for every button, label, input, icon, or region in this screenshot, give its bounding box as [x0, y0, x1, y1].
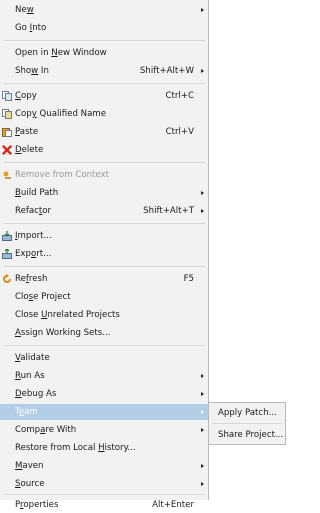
menu-item-label: Build Path: [15, 188, 59, 198]
submenu-arrow-icon: [201, 209, 204, 213]
submenu-arrow-icon: [201, 374, 204, 378]
delete-red-x-icon: [2, 145, 12, 155]
menu-item-debug-as[interactable]: Debug As: [0, 386, 208, 402]
menu-separator: [4, 223, 205, 224]
menu-item-label: Restore from Local History...: [15, 443, 136, 453]
menu-item-label: Import...: [15, 231, 52, 241]
menu-item-label: Run As: [15, 371, 45, 381]
menu-item-go-into[interactable]: Go Into: [0, 20, 208, 36]
menu-item-compare-with[interactable]: Compare With: [0, 422, 208, 438]
submenu-arrow-icon: [201, 69, 204, 73]
team-submenu: Apply Patch... Share Project...: [209, 402, 286, 445]
menu-item-label: Close Unrelated Projects: [15, 310, 120, 320]
menu-item-label: Compare With: [15, 425, 77, 435]
submenu-arrow-icon: [201, 482, 204, 486]
menu-item-label: Team: [15, 407, 38, 417]
menu-item-properties[interactable]: Properties Alt+Enter: [0, 497, 208, 513]
menu-item-label: Open in New Window: [15, 48, 107, 58]
menu-item-new[interactable]: New: [0, 2, 208, 18]
menu-item-assign-working-sets[interactable]: Assign Working Sets...: [0, 325, 208, 341]
menu-item-label: Refactor: [15, 206, 52, 216]
menu-item-copy-qualified-name[interactable]: Copy Qualified Name: [0, 106, 208, 122]
menu-item-label: Refresh: [15, 274, 48, 284]
menu-item-remove-from-context: Remove from Context: [0, 167, 208, 183]
submenu-separator: [212, 423, 282, 424]
submenu-arrow-icon: [201, 410, 204, 414]
context-menu: New Go Into Open in New Window Show In S…: [0, 0, 209, 510]
menu-separator: [4, 40, 205, 41]
menu-item-delete[interactable]: Delete: [0, 142, 208, 158]
submenu-arrow-icon: [201, 464, 204, 468]
menu-item-open-in-new-window[interactable]: Open in New Window: [0, 45, 208, 61]
menu-item-source[interactable]: Source: [0, 476, 208, 492]
menu-item-show-in[interactable]: Show In Shift+Alt+W: [0, 63, 208, 79]
menu-item-label: Copy: [15, 91, 37, 101]
export-icon: [2, 249, 12, 259]
menu-item-team[interactable]: Team: [0, 404, 208, 420]
menu-item-validate[interactable]: Validate: [0, 350, 208, 366]
menu-item-copy[interactable]: Copy Ctrl+C: [0, 88, 208, 104]
remove-context-icon: [2, 170, 12, 180]
menu-item-label: Remove from Context: [15, 170, 110, 180]
menu-separator: [4, 345, 205, 346]
menu-separator: [4, 83, 205, 84]
menu-item-close-unrelated-projects[interactable]: Close Unrelated Projects: [0, 307, 208, 323]
menu-item-label: New: [15, 5, 34, 15]
menu-item-label: Maven: [15, 461, 44, 471]
submenu-item-apply-patch[interactable]: Apply Patch...: [209, 405, 285, 421]
refresh-icon: [2, 274, 12, 284]
menu-item-label: Paste: [15, 127, 39, 137]
shortcut-label: Ctrl+V: [165, 127, 194, 137]
menu-item-build-path[interactable]: Build Path: [0, 185, 208, 201]
shortcut-label: Ctrl+C: [165, 91, 195, 101]
menu-item-label: Export...: [15, 249, 52, 259]
menu-item-export[interactable]: Export...: [0, 246, 208, 262]
menu-item-close-project[interactable]: Close Project: [0, 289, 208, 305]
menu-item-import[interactable]: Import...: [0, 228, 208, 244]
submenu-item-label: Apply Patch...: [218, 408, 277, 418]
menu-item-label: Delete: [15, 145, 44, 155]
menu-separator: [4, 266, 205, 267]
menu-item-refresh[interactable]: Refresh F5: [0, 271, 208, 287]
menu-item-label: Properties: [15, 500, 59, 510]
menu-item-refactor[interactable]: Refactor Shift+Alt+T: [0, 203, 208, 219]
submenu-arrow-icon: [201, 8, 204, 12]
menu-item-label: Show In: [15, 66, 49, 76]
menu-separator: [4, 494, 205, 495]
menu-item-label: Debug As: [15, 389, 57, 399]
menu-item-paste[interactable]: Paste Ctrl+V: [0, 124, 208, 140]
paste-icon: [2, 127, 12, 137]
shortcut-label: F5: [183, 274, 194, 284]
submenu-item-share-project[interactable]: Share Project...: [209, 427, 285, 443]
shortcut-label: Shift+Alt+W: [139, 66, 194, 76]
menu-item-run-as[interactable]: Run As: [0, 368, 208, 384]
submenu-arrow-icon: [201, 191, 204, 195]
menu-item-label: Source: [15, 479, 45, 489]
copy-qualified-name-icon: [2, 109, 12, 119]
submenu-arrow-icon: [201, 428, 204, 432]
import-icon: [2, 231, 12, 241]
menu-item-maven[interactable]: Maven: [0, 458, 208, 474]
menu-item-restore-from-local-history[interactable]: Restore from Local History...: [0, 440, 208, 456]
menu-separator: [4, 162, 205, 163]
shortcut-label: Alt+Enter: [152, 500, 194, 510]
menu-item-label: Close Project: [15, 292, 71, 302]
menu-item-label: Copy Qualified Name: [15, 109, 107, 119]
submenu-item-label: Share Project...: [218, 430, 284, 440]
shortcut-label: Shift+Alt+T: [143, 206, 194, 216]
submenu-arrow-icon: [201, 392, 204, 396]
menu-item-label: Go Into: [15, 23, 47, 33]
menu-item-label: Assign Working Sets...: [15, 328, 111, 338]
menu-item-label: Validate: [15, 353, 50, 363]
copy-icon: [2, 91, 12, 101]
